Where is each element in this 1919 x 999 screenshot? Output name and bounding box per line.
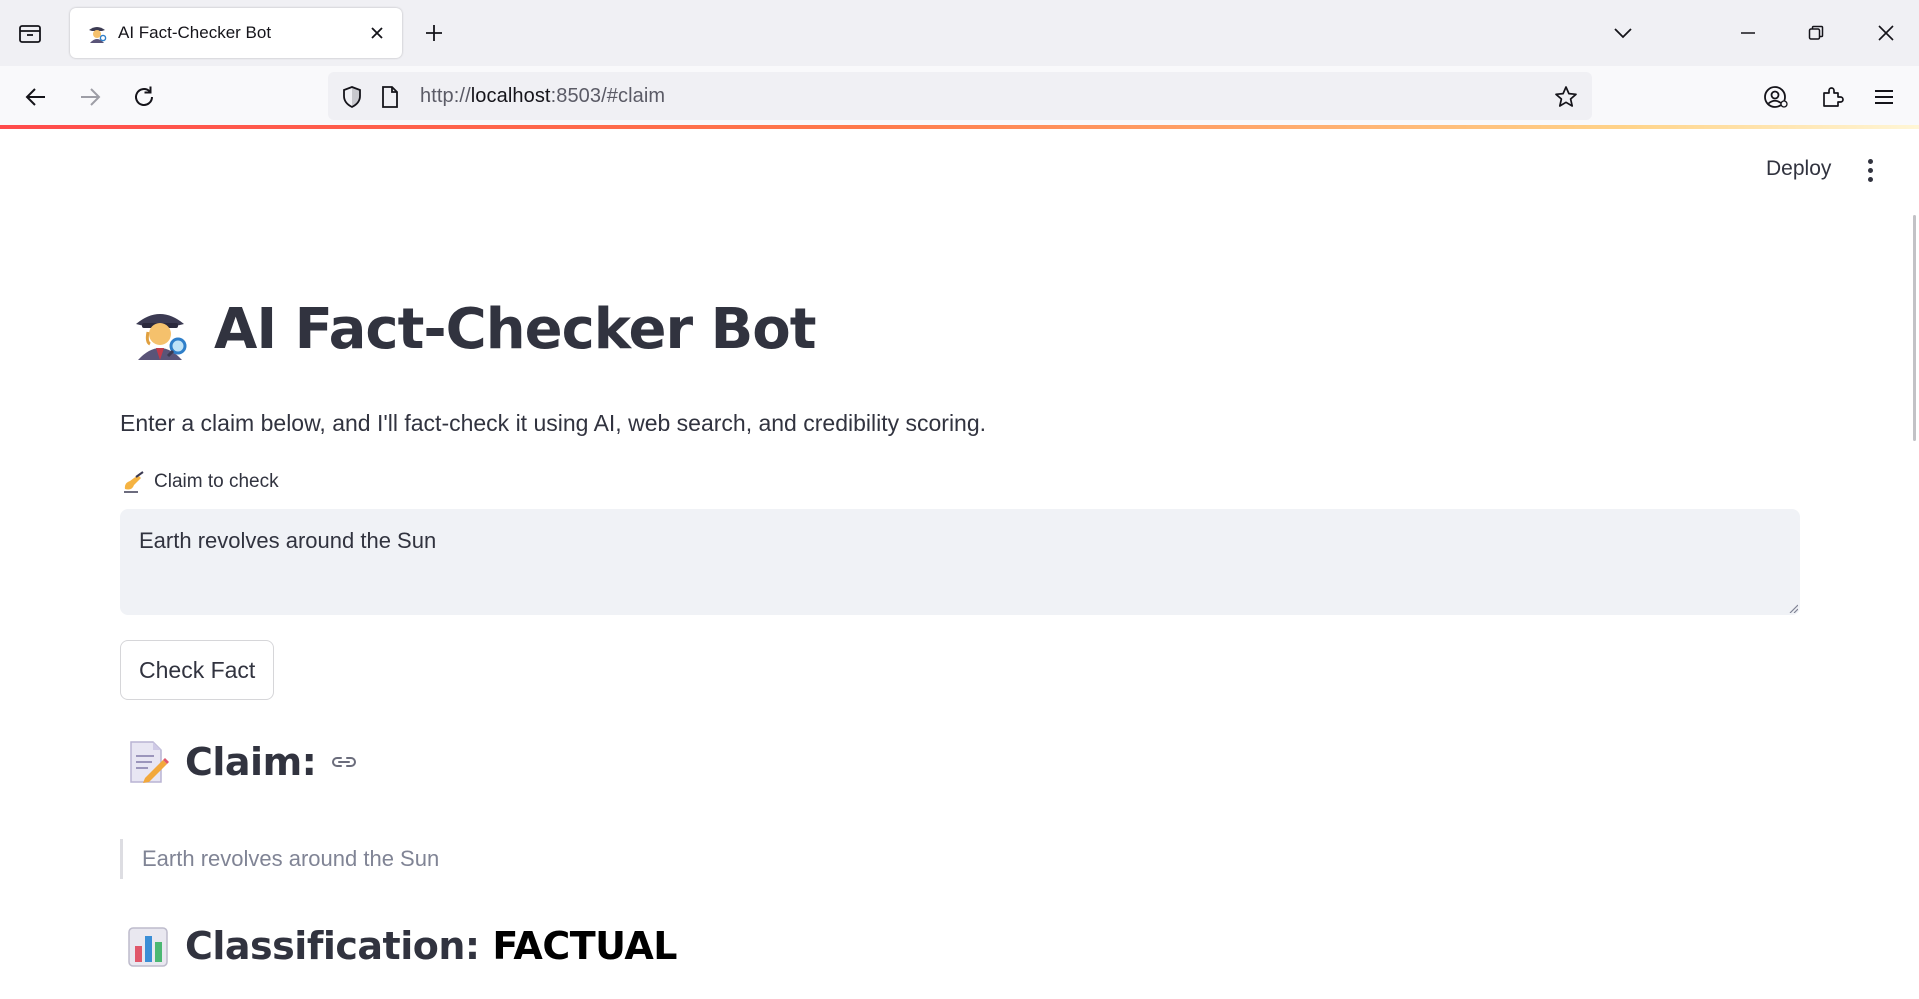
claim-input[interactable]: Earth revolves around the Sun — [120, 509, 1800, 615]
app-view: Deploy AI Fact-Checker Bot Enter a claim… — [0, 129, 1919, 999]
tab-overflow-chevron-icon[interactable] — [1607, 17, 1639, 49]
claim-field-label-text: Claim to check — [154, 471, 279, 492]
page-info-icon[interactable] — [378, 85, 402, 109]
browser-tab-active[interactable]: AI Fact-Checker Bot — [70, 8, 402, 58]
tab-list-icon[interactable] — [14, 18, 46, 48]
url-bar[interactable]: http://localhost:8503/#claim — [328, 72, 1592, 120]
url-path: :8503/#claim — [550, 85, 666, 107]
browser-nav-bar: http://localhost:8503/#claim — [0, 66, 1919, 126]
check-fact-button[interactable]: Check Fact — [120, 640, 275, 700]
url-text[interactable]: http://localhost:8503/#claim — [420, 85, 665, 108]
classification-heading: Classification: FACTUAL — [127, 924, 677, 968]
textarea-resize-handle[interactable] — [1788, 603, 1798, 613]
reload-icon[interactable] — [127, 80, 161, 114]
back-arrow-icon[interactable] — [19, 80, 53, 114]
deploy-button[interactable]: Deploy — [1758, 153, 1839, 185]
link-icon[interactable] — [330, 754, 358, 770]
url-scheme: http:// — [420, 85, 471, 107]
close-tab-icon[interactable] — [364, 20, 390, 46]
restore-icon[interactable] — [1800, 17, 1832, 49]
new-tab-icon[interactable] — [418, 17, 450, 49]
page-scrollbar[interactable] — [1913, 215, 1916, 441]
page-subtitle: Enter a claim below, and I'll fact-check… — [120, 410, 987, 436]
close-window-icon[interactable] — [1870, 17, 1902, 49]
memo-icon — [127, 740, 169, 784]
minimize-icon[interactable] — [1732, 17, 1764, 49]
classification-heading-text: Classification: FACTUAL — [185, 924, 677, 968]
claim-heading: Claim: — [127, 740, 358, 784]
classification-label: Classification: — [185, 924, 493, 968]
browser-tab-bar: AI Fact-Checker Bot — [0, 0, 1919, 66]
app-menu-icon[interactable] — [1867, 80, 1901, 114]
detective-icon — [86, 22, 108, 44]
claim-heading-text: Claim: — [185, 740, 317, 784]
claim-field-label: Claim to check — [122, 471, 279, 493]
bar-chart-icon — [127, 924, 169, 968]
writing-hand-icon — [122, 471, 146, 493]
main-menu-icon[interactable] — [1855, 153, 1885, 187]
shield-icon[interactable] — [340, 85, 364, 109]
account-icon[interactable] — [1759, 80, 1793, 114]
extensions-icon[interactable] — [1815, 80, 1849, 114]
claim-quote: Earth revolves around the Sun — [120, 839, 439, 879]
url-host: localhost — [470, 85, 551, 107]
forward-arrow-icon[interactable] — [73, 80, 107, 114]
detective-icon — [128, 298, 192, 362]
tab-title: AI Fact-Checker Bot — [118, 23, 272, 42]
bookmark-star-icon[interactable] — [1554, 85, 1578, 109]
classification-value: FACTUAL — [492, 924, 677, 968]
page-title: AI Fact-Checker Bot — [128, 297, 817, 362]
page-title-text: AI Fact-Checker Bot — [214, 297, 817, 362]
